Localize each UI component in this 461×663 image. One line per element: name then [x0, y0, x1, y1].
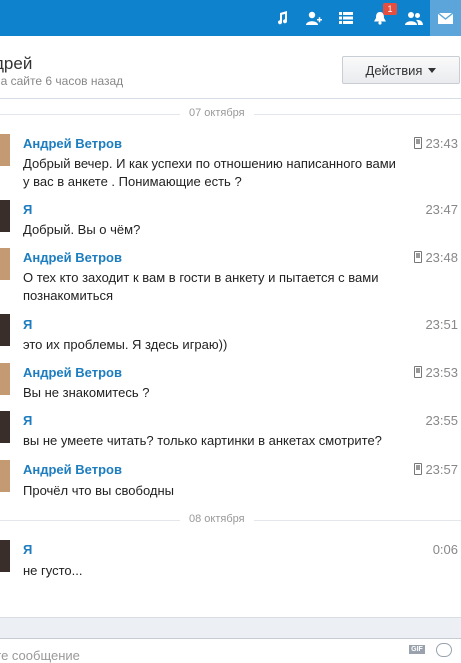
message-author[interactable]: Я — [23, 413, 32, 428]
date-divider: 08 октября — [0, 513, 461, 527]
message-time: 23:53 — [425, 365, 458, 380]
message-time: 23:47 — [425, 202, 458, 217]
avatar[interactable] — [0, 363, 10, 395]
avatar[interactable] — [0, 134, 10, 166]
avatar[interactable] — [0, 200, 10, 232]
mobile-icon — [414, 463, 422, 475]
message-text: Вы не знакомитесь ? — [23, 385, 150, 400]
friends-icon[interactable] — [398, 0, 430, 36]
actions-button[interactable]: Действия — [342, 56, 460, 84]
chevron-down-icon — [428, 67, 437, 73]
mobile-icon — [414, 251, 422, 263]
message-author[interactable]: Андрей Ветров — [23, 250, 122, 265]
message-author[interactable]: Андрей Ветров — [23, 462, 122, 477]
avatar[interactable] — [0, 248, 10, 280]
notification-badge: 1 — [383, 3, 397, 15]
message-time: 23:57 — [425, 462, 458, 477]
gif-button[interactable]: GIF — [409, 645, 425, 654]
message-text: вы не умеете читать? только картинки в а… — [23, 433, 382, 448]
mobile-icon — [414, 137, 422, 149]
message-text: О тех кто заходит к вам в гости в анкету… — [23, 270, 379, 303]
message-author[interactable]: Я — [23, 542, 32, 557]
user-add-icon[interactable] — [298, 0, 330, 36]
avatar[interactable] — [0, 314, 10, 346]
message-time: 0:06 — [432, 542, 458, 557]
top-bar: 1 — [0, 0, 461, 36]
list-icon[interactable] — [330, 0, 362, 36]
contact-status: на сайте 6 часов назад — [0, 74, 124, 88]
emoji-icon[interactable] — [436, 643, 452, 657]
message-time: 23:48 — [425, 250, 458, 265]
message-text: это их проблемы. Я здесь играю)) — [23, 337, 228, 352]
message-time: 23:51 — [425, 317, 458, 332]
date-label: 07 октября — [189, 107, 245, 119]
date-label: 08 октября — [189, 513, 245, 525]
music-icon[interactable] — [266, 0, 298, 36]
contact-name[interactable]: дрей — [0, 54, 32, 74]
message-text: Добрый. Вы о чём? — [23, 222, 141, 237]
avatar[interactable] — [0, 411, 10, 443]
avatar[interactable] — [0, 460, 10, 492]
message-time: 23:55 — [425, 413, 458, 428]
mobile-icon — [414, 366, 422, 378]
message-text: Добрый вечер. И как успехи по отношению … — [23, 156, 396, 189]
actions-button-label: Действия — [365, 62, 423, 78]
message-author[interactable]: Андрей Ветров — [23, 365, 122, 380]
mail-icon[interactable] — [430, 0, 461, 36]
message-author[interactable]: Я — [23, 202, 32, 217]
date-divider: 07 октября — [0, 107, 461, 121]
message-text: Прочёл что вы свободны — [23, 483, 174, 498]
message-author[interactable]: Андрей Ветров — [23, 136, 122, 151]
message-author[interactable]: Я — [23, 317, 32, 332]
message-time: 23:43 — [425, 136, 458, 151]
avatar[interactable] — [0, 540, 10, 572]
message-text: не густо... — [23, 563, 83, 578]
message-input-placeholder: ите сообщение — [0, 648, 80, 663]
